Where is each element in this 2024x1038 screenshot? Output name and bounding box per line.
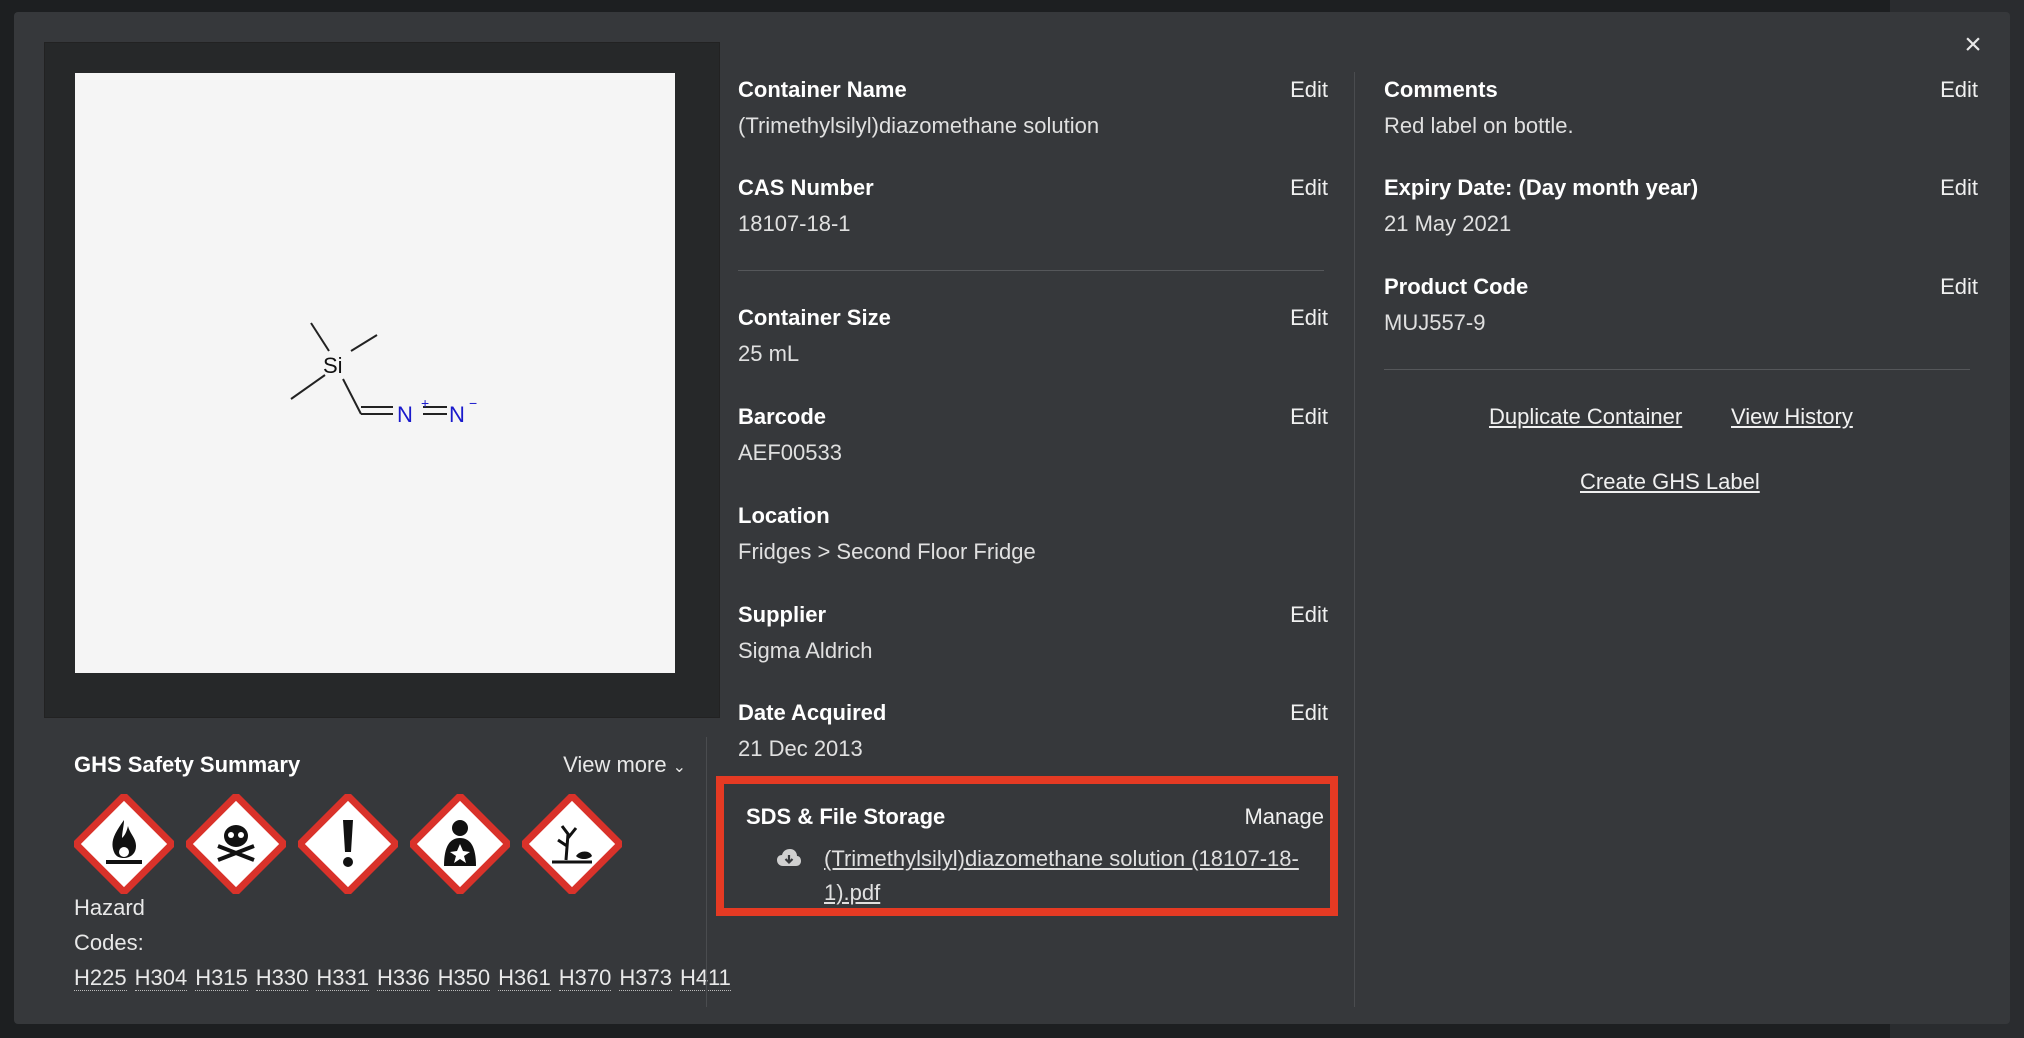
health-hazard-icon (410, 794, 510, 894)
supplier-value: Sigma Aldrich (738, 638, 873, 663)
hazard-label: Hazard (74, 895, 145, 920)
edit-barcode-button[interactable]: Edit (1290, 404, 1328, 430)
codes-label: Codes: (74, 930, 144, 955)
chemical-structure-image: Si N + N − (75, 73, 675, 673)
atom-n1-label: N (397, 402, 413, 427)
molecule-drawing: Si N + N − (290, 322, 477, 427)
ghs-title: GHS Safety Summary (74, 752, 301, 777)
field-cas-number: CAS Number 18107-18-1 Edit (738, 175, 1328, 237)
column-divider (1354, 72, 1355, 1007)
view-more-label: View more (563, 752, 667, 777)
field-location: Location Fridges > Second Floor Fridge (738, 503, 1328, 565)
sds-file-storage: SDS & File Storage Manage (Trimethylsily… (746, 804, 1324, 905)
field-expiry-date: Expiry Date: (Day month year) 21 May 202… (1384, 175, 1978, 237)
charge-minus-label: − (469, 395, 477, 411)
barcode-label: Barcode (738, 404, 827, 429)
cloud-download-icon[interactable] (776, 848, 802, 870)
location-value: Fridges > Second Floor Fridge (738, 539, 1036, 564)
hazard-code-h330[interactable]: H330 (255, 965, 309, 991)
skull-crossbones-icon (186, 794, 286, 894)
edit-container-size-button[interactable]: Edit (1290, 305, 1328, 331)
charge-plus-label: + (421, 395, 429, 411)
container-name-label: Container Name (738, 77, 907, 102)
sds-file-item: (Trimethylsilyl)diazomethane solution (1… (776, 842, 1316, 910)
atom-si-label: Si (323, 353, 343, 378)
field-barcode: Barcode AEF00533 Edit (738, 404, 1328, 466)
chevron-down-icon: ⌄ (672, 759, 686, 776)
hazard-code-h331[interactable]: H331 (316, 965, 369, 991)
view-history-link[interactable]: View History (1731, 404, 1853, 430)
edit-container-name-button[interactable]: Edit (1290, 77, 1328, 103)
structure-frame: Si N + N − (44, 42, 720, 718)
edit-comments-button[interactable]: Edit (1940, 77, 1978, 103)
expiry-date-label: Expiry Date: (Day month year) (1384, 175, 1699, 200)
hazard-code-h370[interactable]: H370 (558, 965, 612, 991)
hazard-code-h225[interactable]: H225 (74, 965, 127, 991)
hazard-code-h350[interactable]: H350 (437, 965, 491, 991)
comments-label: Comments (1384, 77, 1498, 102)
hazard-code-h336[interactable]: H336 (376, 965, 430, 991)
field-container-name: Container Name (Trimethylsilyl)diazometh… (738, 77, 1328, 139)
hazard-code-h315[interactable]: H315 (195, 965, 248, 991)
hazard-code-h361[interactable]: H361 (498, 965, 551, 991)
duplicate-container-link[interactable]: Duplicate Container (1489, 404, 1682, 430)
close-icon[interactable]: × (1958, 30, 1988, 60)
sds-file-link[interactable]: (Trimethylsilyl)diazomethane solution (1… (776, 842, 1316, 910)
field-product-code: Product Code MUJ557-9 Edit (1384, 274, 1978, 336)
edit-product-code-button[interactable]: Edit (1940, 274, 1978, 300)
date-acquired-label: Date Acquired (738, 700, 887, 725)
field-comments: Comments Red label on bottle. Edit (1384, 77, 1978, 139)
edit-cas-number-button[interactable]: Edit (1290, 175, 1328, 201)
comments-value: Red label on bottle. (1384, 113, 1574, 138)
flame-icon (74, 794, 174, 894)
hazard-codes: Hazard Codes: H225 H304 H315 H330 H331 H336 H3… (74, 890, 731, 995)
sds-label: SDS & File Storage (746, 804, 946, 829)
supplier-label: Supplier (738, 602, 827, 627)
container-name-value: (Trimethylsilyl)diazomethane solution (738, 113, 1100, 138)
view-more-button[interactable]: View more ⌄ (563, 752, 686, 778)
date-acquired-value: 21 Dec 2013 (738, 736, 863, 761)
hazard-code-h373[interactable]: H373 (619, 965, 672, 991)
create-ghs-label-link[interactable]: Create GHS Label (1580, 469, 1760, 495)
field-container-size: Container Size 25 mL Edit (738, 305, 1328, 367)
location-label: Location (738, 503, 830, 528)
environment-icon (522, 794, 622, 894)
edit-supplier-button[interactable]: Edit (1290, 602, 1328, 628)
container-size-label: Container Size (738, 305, 891, 330)
expiry-date-value: 21 May 2021 (1384, 211, 1512, 236)
field-date-acquired: Date Acquired 21 Dec 2013 Edit (738, 700, 1328, 762)
ghs-pictograms (74, 794, 622, 894)
field-supplier: Supplier Sigma Aldrich Edit (738, 602, 1328, 664)
ghs-divider (706, 737, 707, 1007)
actions-divider (1384, 369, 1970, 370)
section-divider (738, 270, 1324, 271)
sds-file-storage-highlight: SDS & File Storage Manage (Trimethylsily… (716, 776, 1338, 916)
edit-expiry-date-button[interactable]: Edit (1940, 175, 1978, 201)
product-code-value: MUJ557-9 (1384, 310, 1486, 335)
cas-number-value: 18107-18-1 (738, 211, 851, 236)
cas-number-label: CAS Number (738, 175, 874, 200)
atom-n2-label: N (449, 402, 465, 427)
hazard-code-h304[interactable]: H304 (134, 965, 188, 991)
barcode-value: AEF00533 (738, 440, 842, 465)
edit-date-acquired-button[interactable]: Edit (1290, 700, 1328, 726)
container-size-value: 25 mL (738, 341, 800, 366)
container-detail-modal: × Si N + N − GHS Safety Summary View mor… (14, 12, 2010, 1024)
exclamation-icon (298, 794, 398, 894)
product-code-label: Product Code (1384, 274, 1529, 299)
manage-files-button[interactable]: Manage (1244, 804, 1324, 830)
